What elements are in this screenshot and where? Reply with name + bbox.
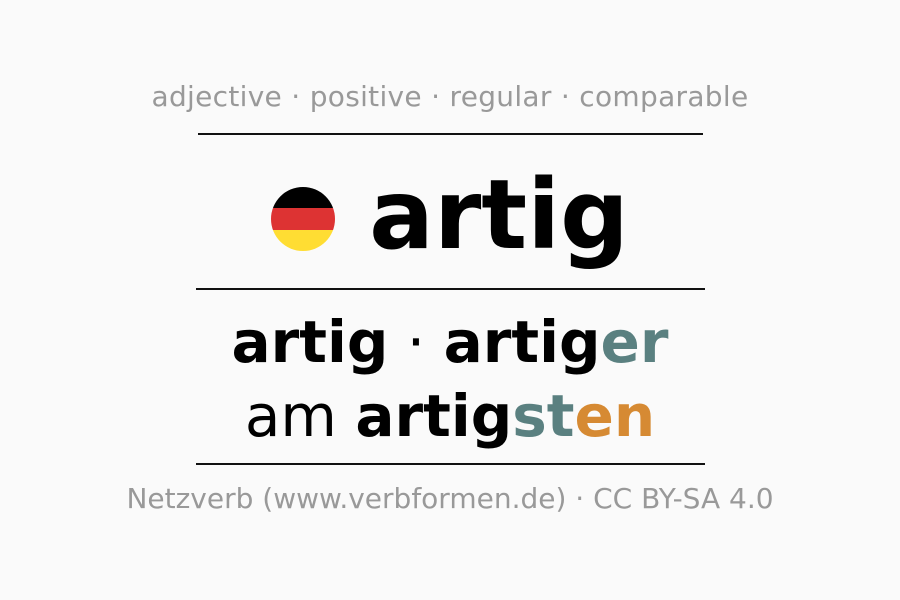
superlative-prefix: am xyxy=(244,382,356,450)
comparative-stem: artig xyxy=(443,308,601,376)
headword: artig xyxy=(369,159,629,271)
forms-line-superlative: am artigsten xyxy=(0,387,900,445)
word-tags: adjective · positive · regular · compara… xyxy=(151,80,749,113)
form-separator: · xyxy=(388,308,444,376)
superlative-ending-st: st xyxy=(512,382,575,450)
superlative-stem: artig xyxy=(355,382,513,450)
credit-line: Netzverb (www.verbformen.de) · CC BY-SA … xyxy=(126,482,774,515)
divider-top xyxy=(198,133,703,135)
headword-row: artig xyxy=(0,160,900,270)
forms-line-positive-comparative: artig · artiger xyxy=(0,313,900,371)
positive-form: artig xyxy=(231,308,389,376)
comparative-ending: er xyxy=(600,308,669,376)
flag-band-red xyxy=(271,208,336,230)
flag-band-gold xyxy=(271,229,336,251)
superlative-ending-en: en xyxy=(574,382,656,450)
divider-bottom xyxy=(196,463,705,465)
flag-band-black xyxy=(271,187,336,209)
divider-middle xyxy=(196,288,705,290)
germany-flag-icon xyxy=(271,187,336,251)
